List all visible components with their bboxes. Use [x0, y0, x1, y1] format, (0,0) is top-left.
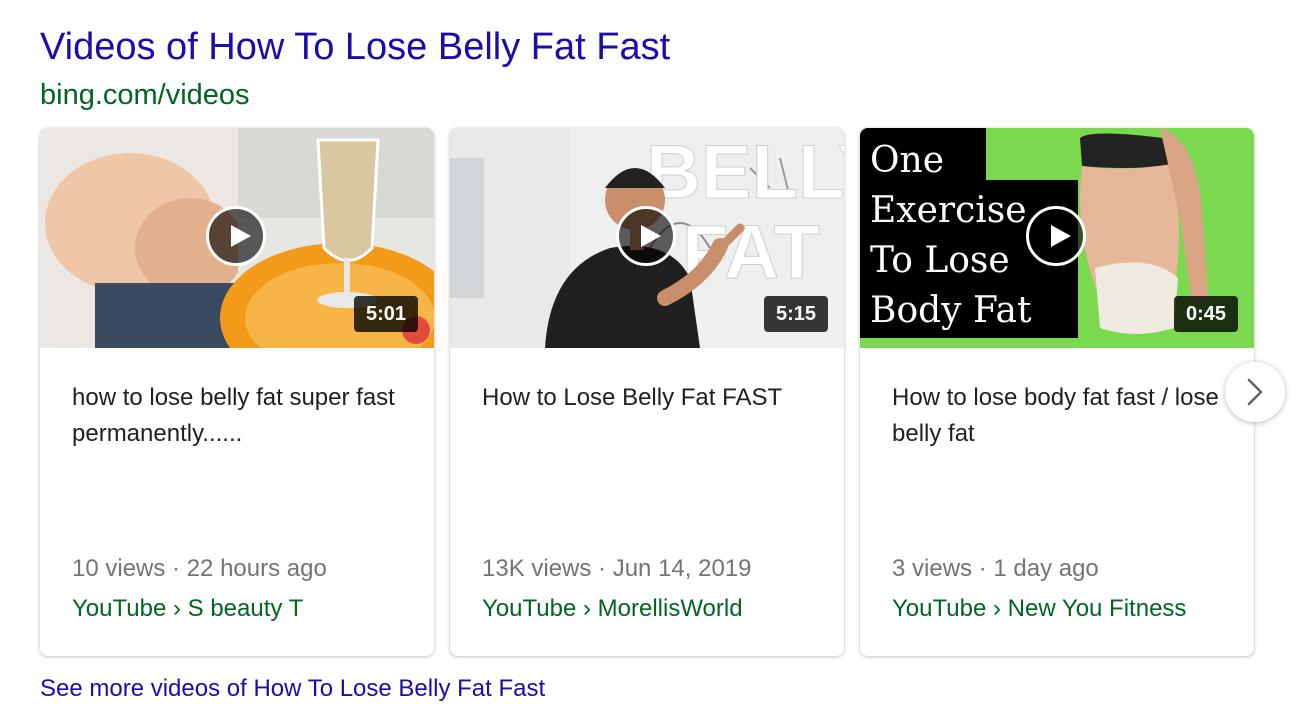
video-card[interactable]: One Exercise To Lose Body Fat 0:45 How t… [860, 128, 1254, 656]
carousel-next-button[interactable] [1225, 362, 1285, 422]
video-card[interactable]: 5:01 how to lose belly fat super fast pe… [40, 128, 434, 656]
results-title-link[interactable]: Videos of How To Lose Belly Fat Fast [40, 24, 670, 70]
video-source[interactable]: YouTube › S beauty T [72, 592, 303, 626]
video-carousel: 5:01 how to lose belly fat super fast pe… [40, 128, 1296, 658]
video-title[interactable]: How to Lose Belly Fat FAST [482, 380, 812, 416]
play-icon[interactable] [616, 206, 676, 266]
video-title[interactable]: How to lose body fat fast / lose belly f… [892, 380, 1222, 452]
thumbnail-text-line: Exercise [870, 190, 1027, 231]
thumbnail-text-line: Body Fat [870, 290, 1032, 331]
play-icon[interactable] [206, 206, 266, 266]
video-source[interactable]: YouTube › New You Fitness [892, 592, 1186, 626]
source-url: bing.com/videos [40, 79, 250, 111]
video-duration: 0:45 [1173, 296, 1238, 332]
video-title[interactable]: how to lose belly fat super fast permane… [72, 380, 402, 452]
play-icon[interactable] [1026, 206, 1086, 266]
video-thumbnail[interactable]: One Exercise To Lose Body Fat 0:45 [860, 128, 1254, 348]
thumbnail-text-line: One [870, 140, 944, 181]
thumbnail-text-line: BELLY [646, 130, 844, 215]
chevron-right-icon [1247, 378, 1263, 406]
video-meta: 10 views · 22 hours ago [72, 555, 327, 582]
thumbnail-text-line: To Lose [870, 240, 1010, 281]
video-thumbnail[interactable]: 5:01 [40, 128, 434, 348]
video-duration: 5:15 [763, 296, 828, 332]
video-thumbnail[interactable]: BELLY FAT 5:15 [450, 128, 844, 348]
video-duration: 5:01 [353, 296, 418, 332]
video-meta: 13K views · Jun 14, 2019 [482, 555, 752, 582]
video-source[interactable]: YouTube › MorellisWorld [482, 592, 743, 626]
video-meta: 3 views · 1 day ago [892, 555, 1099, 582]
see-more-videos-link[interactable]: See more videos of How To Lose Belly Fat… [40, 672, 545, 706]
video-results-block: Videos of How To Lose Belly Fat Fast bin… [0, 0, 1296, 724]
video-card[interactable]: BELLY FAT 5:15 How to Lose Belly Fat FAS… [450, 128, 844, 656]
